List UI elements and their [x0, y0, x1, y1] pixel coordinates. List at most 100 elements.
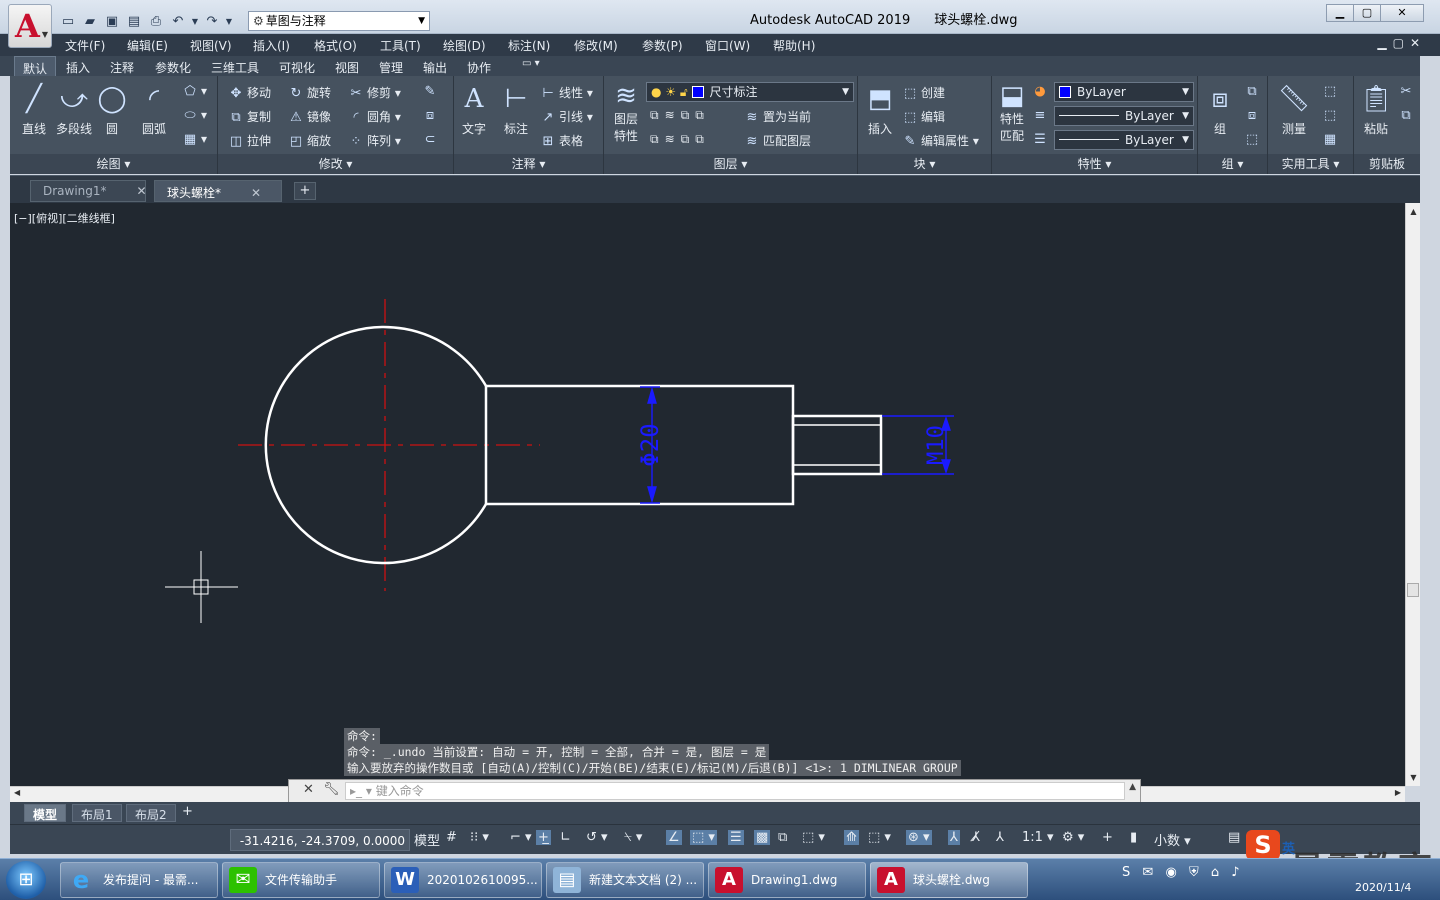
annotation-scale-icon[interactable]: ⅄ [996, 830, 1004, 845]
taskbar-item-word[interactable]: W 2020102610095... [384, 862, 542, 898]
units-select[interactable]: 小数 ▾ [1154, 830, 1191, 849]
cut-icon[interactable]: ✂ [1398, 84, 1417, 99]
current-layer-select[interactable]: ● ☀ 🔓︎ 尺寸标注 ▼ [646, 82, 854, 102]
menu-view[interactable]: 视图(V) [190, 37, 232, 54]
copy-clip-icon[interactable]: ⧉ [1398, 108, 1417, 123]
fillet-button[interactable]: ◜ 圆角 ▾ [348, 108, 400, 125]
tab-default[interactable]: 默认 [14, 56, 57, 76]
close-icon[interactable]: ✕ [303, 782, 314, 797]
command-input[interactable]: ▸_ ▾ 键入命令 [345, 782, 1125, 800]
layer-tools-row-1[interactable]: ⧉≋⧉⧉ [650, 108, 710, 123]
menu-window[interactable]: 窗口(W) [705, 37, 750, 54]
start-button[interactable]: ⊞ [6, 861, 46, 899]
gizmo-icon[interactable]: ⊛ ▾ [906, 830, 932, 845]
match-properties-button[interactable]: ⬓ 特性 匹配 [994, 82, 1030, 144]
vertical-scrollbar[interactable]: ▲ ▼ [1405, 203, 1420, 786]
match-layer-button[interactable]: ≋ 匹配图层 [744, 132, 811, 149]
dynamic-input-icon[interactable]: +̲ [536, 830, 551, 845]
network-tray-icon[interactable]: ⌂ [1211, 865, 1219, 880]
security-tray-icon[interactable]: ⛨ [1189, 865, 1199, 880]
edit-block-button[interactable]: ⬚ 编辑 [902, 108, 945, 125]
close-icon[interactable]: ✕ [137, 184, 147, 198]
groups-panel-title[interactable]: 组 ▾ [1198, 154, 1267, 174]
dynamic-ucs-icon[interactable]: ⟰ [844, 830, 859, 845]
ellipse-button[interactable]: ⬭ ▾ [182, 108, 207, 123]
select-all-icon[interactable]: ⬚ [1322, 108, 1341, 123]
chevron-down-icon[interactable]: ▼ [224, 12, 234, 30]
isometric-icon[interactable]: ⍀ ▾ [624, 830, 642, 845]
tab-output[interactable]: 输出 [423, 59, 447, 76]
workspace-select[interactable]: ⚙ 草图与注释 ▼ [248, 11, 430, 31]
selection-cycling-icon[interactable]: ⧉ [778, 830, 787, 845]
line-button[interactable]: ╱ 直线 [14, 82, 54, 137]
menu-help[interactable]: 帮助(H) [773, 37, 815, 54]
minimize-button[interactable]: ▁ [1326, 4, 1354, 22]
quick-properties-icon[interactable]: ▤ [1228, 830, 1240, 845]
menu-tools[interactable]: 工具(T) [380, 37, 421, 54]
maximize-button[interactable]: ▢ [1353, 4, 1381, 22]
taskbar-item-notepad[interactable]: ▤ 新建文本文档 (2) ... [546, 862, 704, 898]
model-space-button[interactable]: 模型 [414, 830, 440, 849]
calculator-icon[interactable]: ▦ [1322, 132, 1341, 147]
copy-button[interactable]: ⧉ 复制 [228, 108, 271, 125]
layer-properties-button[interactable]: ≋ 图层 特性 [606, 82, 646, 144]
chevron-up-icon[interactable]: ▲ [1129, 782, 1136, 792]
auto-scale-icon[interactable]: ⅄̸ [972, 830, 980, 845]
text-button[interactable]: A 文字 [454, 82, 494, 137]
draw-panel-title[interactable]: 绘图 ▾ [10, 154, 217, 174]
selection-filter-icon[interactable]: ⬚ ▾ [868, 830, 891, 845]
menu-parametric[interactable]: 参数(P) [642, 37, 683, 54]
color-select[interactable]: ByLayer ▼ [1054, 82, 1194, 102]
menu-dimension[interactable]: 标注(N) [508, 37, 550, 54]
explode-button[interactable]: ⧈ [422, 108, 441, 123]
doc-tab-ball-bolt[interactable]: 球头螺栓* ✕ [154, 180, 282, 202]
annotation-visibility-icon[interactable]: ⅄ [948, 830, 960, 845]
table-button[interactable]: ⊞ 表格 [540, 132, 583, 149]
layout-tab-model[interactable]: 模型 [24, 804, 67, 822]
coordinate-readout[interactable]: -31.4216, -24.3709, 0.0000 [230, 829, 410, 851]
print-icon[interactable]: ⎙ [146, 12, 166, 30]
clipboard-panel-title[interactable]: 剪贴板 [1354, 154, 1420, 174]
new-tab-button[interactable]: + [294, 182, 316, 200]
taskbar-item-ball-bolt[interactable]: A 球头螺栓.dwg [870, 862, 1028, 898]
leader-button[interactable]: ↗ 引线 ▾ [540, 108, 593, 125]
menu-modify[interactable]: 修改(M) [574, 37, 618, 54]
array-button[interactable]: ⁘ 阵列 ▾ [348, 132, 401, 149]
circle-button[interactable]: ◯ 圆 [94, 82, 130, 137]
snap-icon[interactable]: ⁝⁝ ▾ [470, 830, 489, 845]
layers-panel-title[interactable]: 图层 ▾ [604, 154, 857, 174]
tab-manage[interactable]: 管理 [379, 59, 403, 76]
volume-tray-icon[interactable]: ♪ [1231, 865, 1239, 880]
wechat-tray-icon[interactable]: ✉ [1142, 865, 1153, 880]
scroll-thumb[interactable] [1407, 583, 1419, 597]
menu-format[interactable]: 格式(O) [314, 37, 357, 54]
rotate-button[interactable]: ↻ 旋转 [288, 84, 331, 101]
insert-block-button[interactable]: ⬒ 插入 [860, 82, 900, 137]
erase-button[interactable]: ✎ [422, 84, 441, 99]
save-icon[interactable]: ▣ [102, 12, 122, 30]
scroll-down-icon[interactable]: ▼ [1406, 773, 1421, 782]
tab-annotate[interactable]: 注释 [110, 59, 134, 76]
layer-tools-row-2[interactable]: ⧉≋⧉⧉ [650, 132, 710, 147]
measure-button[interactable]: 📏︎ 测量 [1272, 82, 1316, 137]
taskbar-item-browser[interactable]: e 发布提问 - 最需... [60, 862, 218, 898]
create-block-button[interactable]: ⬚ 创建 [902, 84, 945, 101]
sogou-tray-icon[interactable]: S [1122, 865, 1130, 880]
lineweight-toggle-icon[interactable]: ☰ [728, 830, 744, 845]
tab-visualize[interactable]: 可视化 [279, 59, 315, 76]
transparency-icon[interactable]: ▩ [754, 830, 771, 845]
mirror-button[interactable]: ⚠ 镜像 [288, 108, 331, 125]
edit-attributes-button[interactable]: ✎ 编辑属性 ▾ [902, 132, 979, 149]
linear-button[interactable]: ⊢ 线性 ▾ [540, 84, 593, 101]
linetype-select[interactable]: ByLayer ▼ [1054, 106, 1194, 126]
3d-osnap-icon[interactable]: ⬚ ▾ [802, 830, 825, 845]
block-panel-title[interactable]: 块 ▾ [858, 154, 991, 174]
redo-icon[interactable]: ↷ [202, 12, 222, 30]
modify-panel-title[interactable]: 修改 ▾ [218, 154, 453, 174]
document-window-controls[interactable]: ▁▢✕ [1377, 36, 1426, 50]
weibo-tray-icon[interactable]: ◉ [1165, 865, 1176, 880]
drawing-canvas[interactable]: [−][俯视][二维线框] Φ20 M10 [10, 203, 1405, 786]
infer-constraints-icon[interactable]: ⌐ ▾ [510, 830, 532, 845]
add-layout-button[interactable]: + [182, 804, 193, 819]
tab-3d-tools[interactable]: 三维工具 [211, 59, 259, 76]
